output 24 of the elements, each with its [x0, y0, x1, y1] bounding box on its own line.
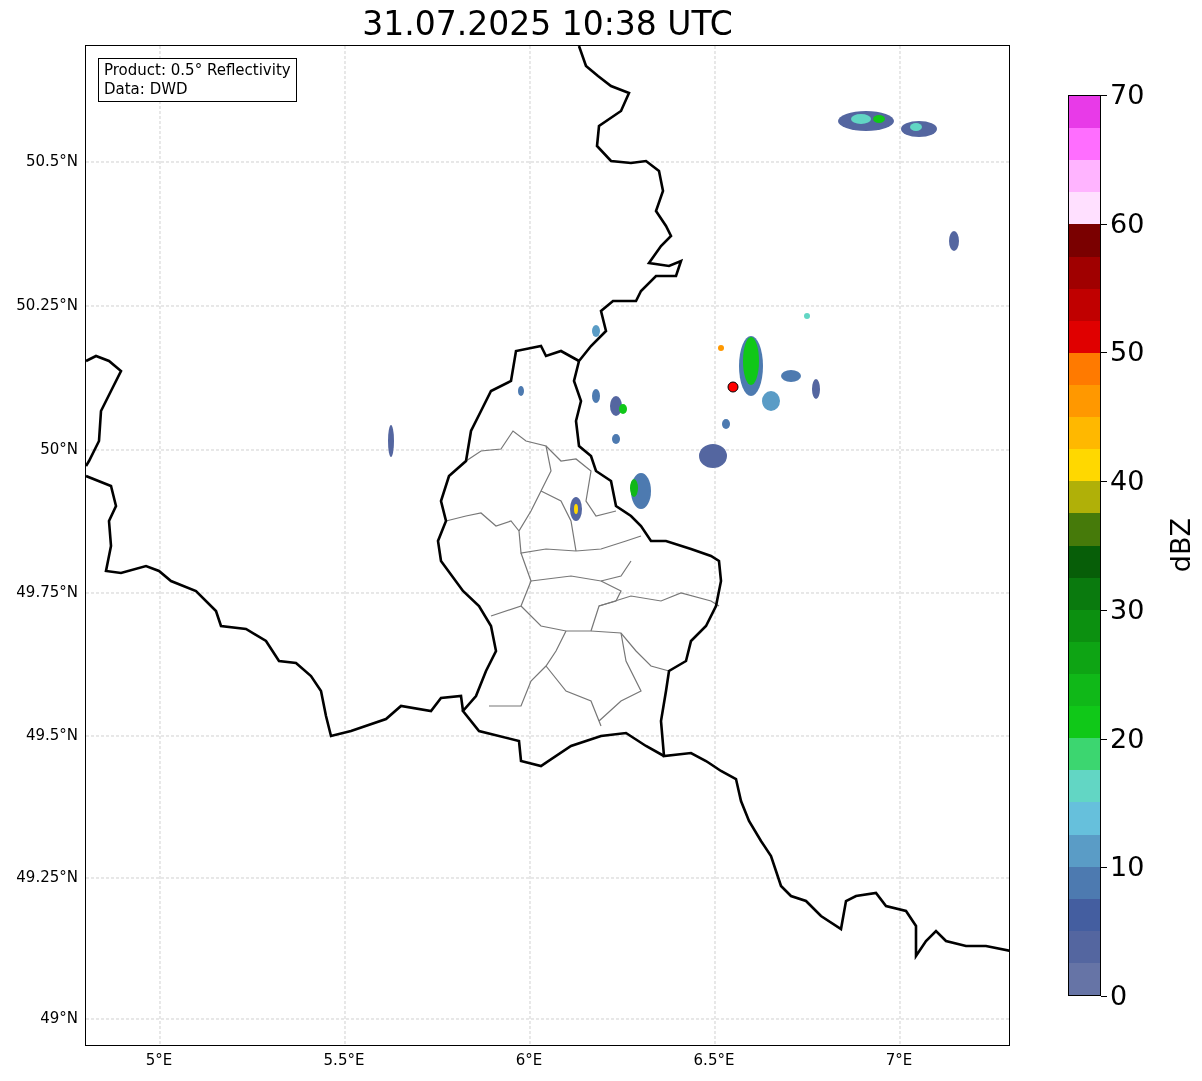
latitude-label: 50.5°N: [25, 152, 78, 170]
latitude-label: 49.75°N: [16, 583, 78, 601]
longitude-label: 7°E: [884, 1051, 914, 1069]
colorbar-tick-label: 0: [1110, 981, 1128, 1011]
latitude-label: 49°N: [40, 1009, 78, 1027]
colorbar-tick-label: 40: [1110, 466, 1145, 497]
latitude-label: 49.25°N: [16, 868, 78, 886]
latitude-label: 50.25°N: [16, 296, 78, 314]
latitude-label: 50°N: [40, 440, 78, 458]
longitude-label: 5°E: [144, 1051, 174, 1069]
latitude-label: 49.5°N: [25, 726, 78, 744]
longitude-label: 6°E: [514, 1051, 544, 1069]
colorbar-tick-label: 50: [1110, 337, 1145, 368]
colorbar-tick-label: 20: [1110, 723, 1145, 754]
colorbar-tick-label: 60: [1110, 208, 1145, 239]
legend-text: Product: 0.5° Reflectivity: [104, 61, 291, 80]
colorbar-tick-label: 10: [1110, 852, 1145, 883]
chart-title: 31.07.2025 10:38 UTC: [361, 3, 734, 45]
longitude-label: 5.5°E: [322, 1051, 366, 1069]
legend-text: Data: DWD: [104, 80, 189, 99]
colorbar-tick-label: 70: [1110, 80, 1145, 110]
colorbar-axis-label: dBZ: [1166, 518, 1196, 573]
colorbar-tick-label: 30: [1110, 594, 1145, 625]
longitude-label: 6.5°E: [692, 1051, 736, 1069]
